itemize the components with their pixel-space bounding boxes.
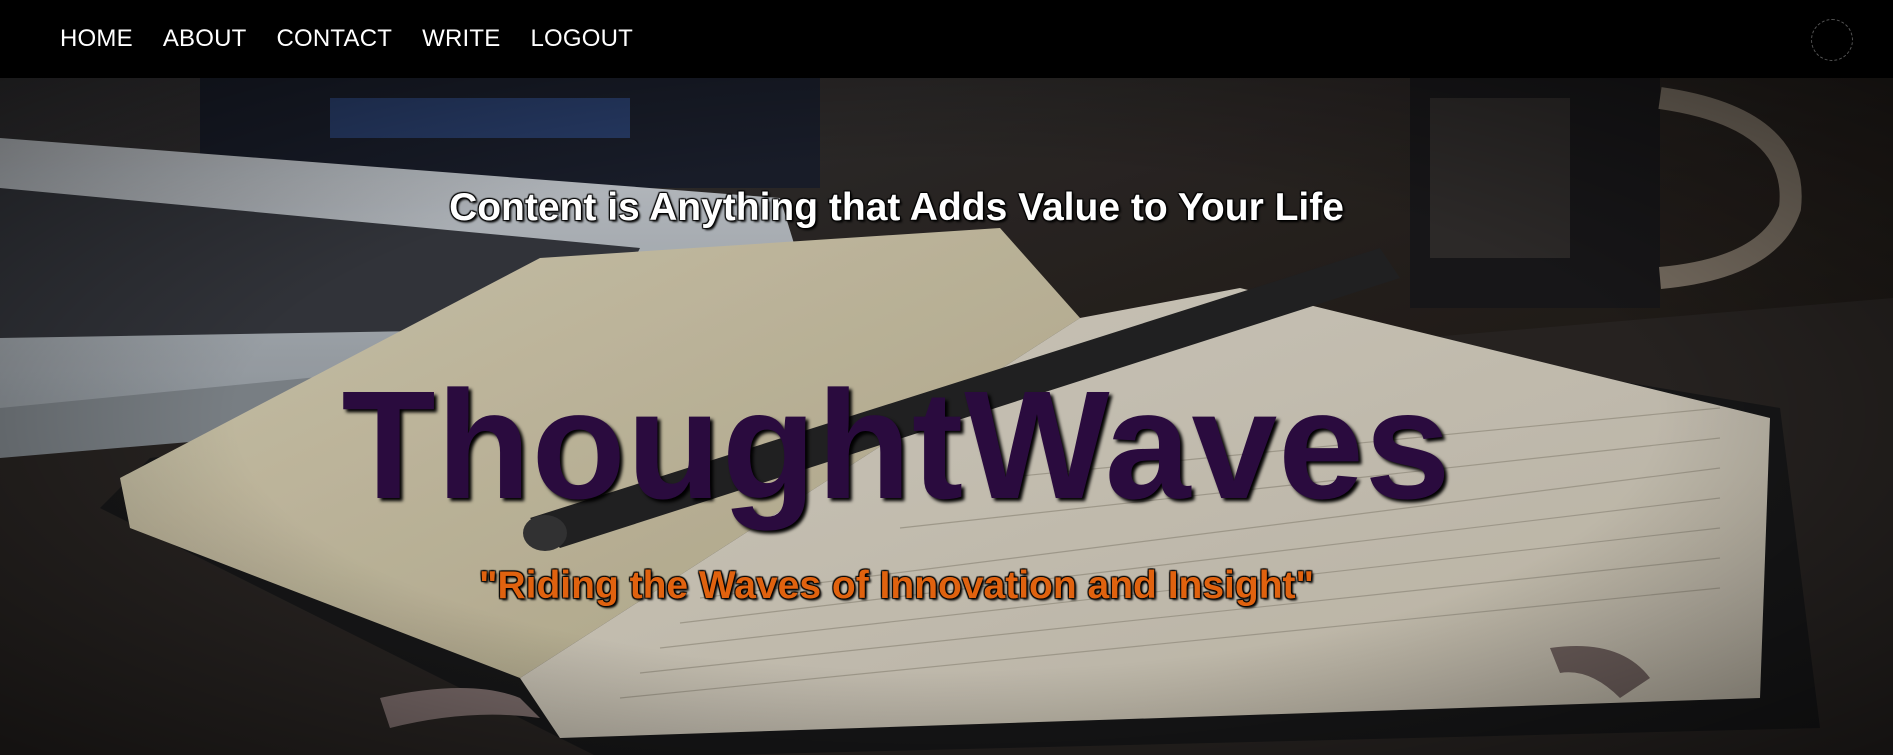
nav-contact-link[interactable]: CONTACT	[277, 25, 393, 53]
nav-menu: HOME ABOUT CONTACT WRITE LOGOUT	[60, 25, 663, 53]
site-title: ThoughtWaves	[341, 359, 1452, 531]
nav-write-link[interactable]: WRITE	[422, 25, 500, 53]
hero-tagline: "Riding the Waves of Innovation and Insi…	[478, 564, 1315, 607]
nav-logout-link[interactable]: LOGOUT	[530, 25, 633, 53]
nav-about-link[interactable]: ABOUT	[163, 25, 247, 53]
hero-banner: Content is Anything that Adds Value to Y…	[0, 78, 1893, 755]
nav-home-link[interactable]: HOME	[60, 25, 133, 53]
hero-subtitle: Content is Anything that Adds Value to Y…	[449, 186, 1344, 229]
profile-avatar[interactable]	[1811, 19, 1853, 61]
top-navbar: HOME ABOUT CONTACT WRITE LOGOUT	[0, 0, 1893, 78]
